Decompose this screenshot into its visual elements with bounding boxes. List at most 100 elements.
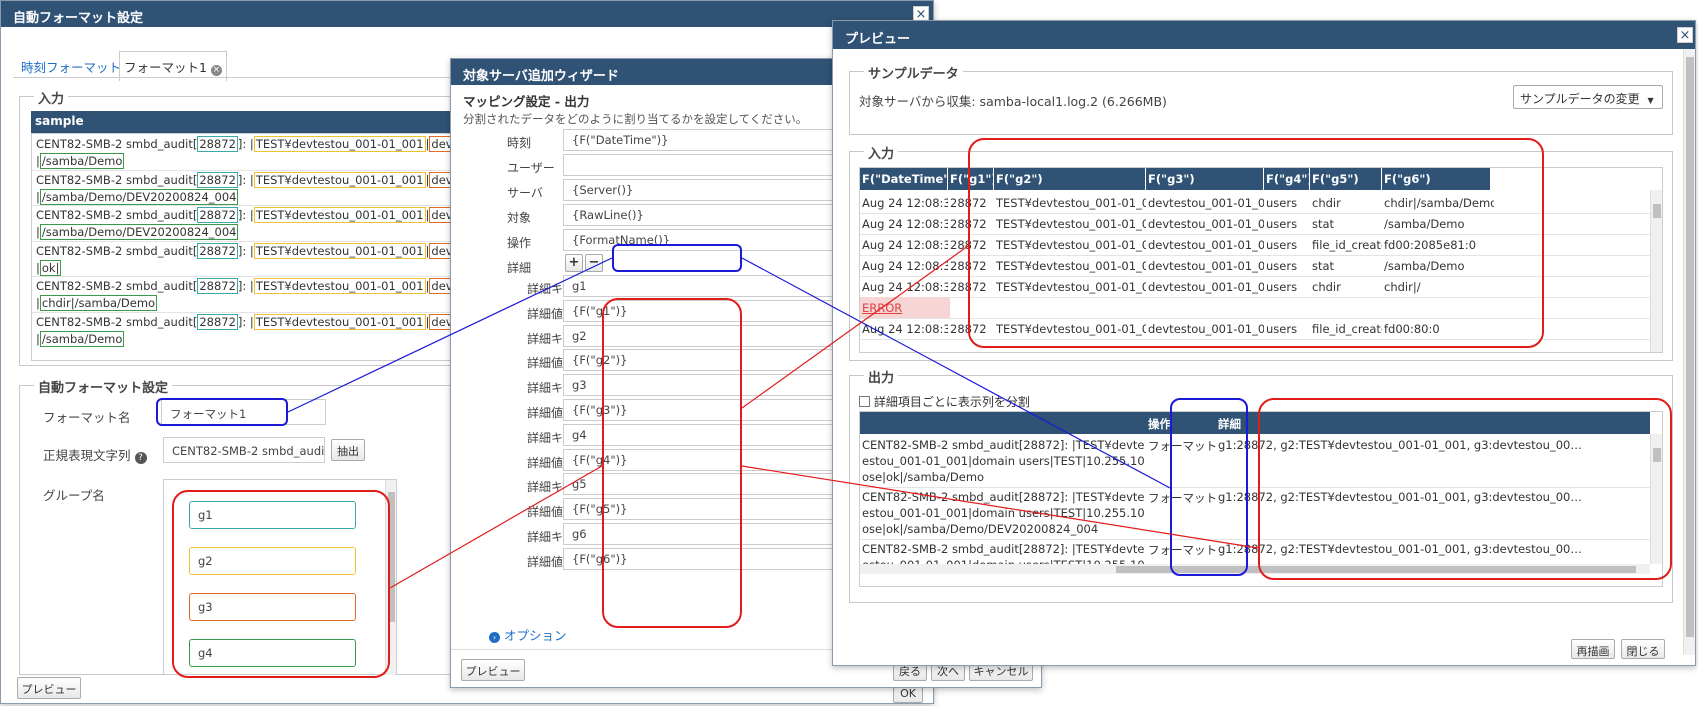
- sample-num: 28872: [197, 136, 238, 152]
- wizard-preview-button[interactable]: プレビュー: [461, 659, 525, 681]
- sample-mid: ]: |: [237, 137, 254, 151]
- sample-prefix: CENT82-SMB-2 smbd_audit[: [36, 279, 198, 293]
- chevron-right-icon: ›: [489, 632, 500, 643]
- auto-format-legend: 自動フォーマット設定: [34, 377, 173, 396]
- close-button[interactable]: 閉じる: [1621, 639, 1665, 659]
- annotation-red-input-cols: [968, 138, 1544, 348]
- preview-button[interactable]: プレビュー: [17, 677, 81, 699]
- tab-format1-label: フォーマット1: [124, 60, 207, 75]
- sample-mid: ]: |: [237, 243, 254, 258]
- field-label: 操作: [507, 236, 532, 250]
- output-raw-line1: CENT82-SMB-2 smbd_audit[28872]: |TEST¥de…: [862, 542, 1144, 556]
- input-cell: Aug 24 12:08:38: [862, 259, 948, 273]
- remove-detail-button[interactable]: −: [585, 254, 603, 272]
- detail-row-label: 詳細値: [527, 306, 564, 321]
- sample-test: TEST¥devtestou_001-01_001: [253, 171, 426, 188]
- input-cell: Aug 24 12:08:38: [862, 322, 948, 336]
- preview-output-legend: 出力: [864, 367, 899, 386]
- extract-button[interactable]: 抽出: [331, 439, 365, 461]
- detail-row-label: 詳細値: [527, 554, 564, 569]
- preview-scrollbar[interactable]: [1683, 49, 1695, 655]
- input-cell: Aug 24 12:08:38: [862, 196, 948, 210]
- sample-mid: ]: |: [237, 172, 254, 187]
- tab-time-format[interactable]: 時刻フォーマット: [21, 57, 121, 76]
- sample-line2: /samba/Demo: [39, 153, 125, 169]
- regex-label: 正規表現文字列 ?: [43, 445, 147, 464]
- sample-prefix: CENT82-SMB-2 smbd_audit[: [36, 208, 198, 222]
- group-label: グループ名: [43, 488, 105, 503]
- add-detail-button[interactable]: +: [565, 254, 583, 272]
- sample-num: 28872: [197, 207, 238, 223]
- tab-close-icon[interactable]: ×: [210, 65, 222, 76]
- output-raw-line3: ose|ok|/samba/Demo/DEV20200824_004: [862, 522, 1099, 536]
- input-cell: Aug 24 12:08:38: [862, 238, 948, 252]
- sample-num: 28872: [197, 242, 238, 259]
- sample-num: 28872: [197, 278, 238, 294]
- input-table-scrollbar[interactable]: [1650, 190, 1662, 352]
- output-raw-line1: CENT82-SMB-2 smbd_audit[28872]: |TEST¥de…: [862, 438, 1144, 452]
- regex-label-text: 正規表現文字列: [43, 448, 131, 463]
- annotation-blue-format-name: [156, 398, 288, 426]
- sample-test: TEST¥devtestou_001-01_001: [253, 136, 426, 152]
- field-label: 時刻: [507, 136, 532, 150]
- split-checkbox[interactable]: 詳細項目ごとに表示列を分割: [859, 393, 1030, 410]
- collect-text: 対象サーバから収集: samba-local1.log.2 (6.266MB): [859, 94, 1167, 109]
- output-raw-line2: estou_001-01_001|domain users|TEST|10.25…: [862, 454, 1144, 468]
- format-name-label: フォーマット名: [43, 410, 131, 425]
- sample-num: 28872: [197, 171, 238, 188]
- sample-prefix: CENT82-SMB-2 smbd_audit[: [36, 172, 198, 187]
- option-link-label: オプション: [503, 628, 567, 643]
- annotation-red-output-detail: [1258, 398, 1672, 580]
- input-cell: Aug 24 12:08:38: [862, 280, 948, 294]
- split-checkbox-label: 詳細項目ごとに表示列を分割: [873, 395, 1030, 409]
- output-raw-line2: estou_001-01_001|domain users|TEST|10.25…: [862, 506, 1144, 520]
- sample-line2: /samba/Demo: [39, 330, 125, 347]
- sample-num: 28872: [197, 313, 238, 330]
- preview-title: プレビュー: [833, 21, 1695, 49]
- regex-input[interactable]: CENT82-SMB-2 smbd_audit: [163, 437, 325, 463]
- change-sample-button[interactable]: サンプルデータの変更 ▼: [1513, 85, 1663, 109]
- caret-down-icon: ▼: [1647, 96, 1654, 105]
- sample-data-legend: サンプルデータ: [864, 63, 963, 82]
- annotation-blue-operation: [612, 244, 742, 272]
- scroll-thumb[interactable]: [1653, 204, 1661, 218]
- checkbox-box[interactable]: [859, 396, 870, 407]
- sample-mid: ]: |: [237, 279, 254, 293]
- redraw-button[interactable]: 再描画: [1571, 639, 1615, 659]
- sample-line2: /samba/Demo/DEV20200824_004: [39, 188, 239, 205]
- sample-test: TEST¥devtestou_001-01_001: [253, 242, 426, 259]
- preview-close-icon[interactable]: ×: [1677, 27, 1693, 43]
- sample-prefix: CENT82-SMB-2 smbd_audit[: [36, 314, 198, 329]
- sample-line2: ok|: [39, 259, 62, 276]
- detail-row-label: 詳細値: [527, 455, 564, 470]
- sample-prefix: CENT82-SMB-2 smbd_audit[: [36, 243, 198, 258]
- wizard-option-link[interactable]: › オプション: [489, 625, 567, 644]
- sample-test: TEST¥devtestou_001-01_001: [253, 207, 426, 223]
- sample-mid: ]: |: [237, 208, 254, 222]
- sample-line2: chdir|/samba/Demo: [39, 295, 158, 311]
- annotation-red-groups: [172, 490, 390, 678]
- sample-mid: ]: |: [237, 314, 254, 329]
- field-label: サーバ: [507, 186, 543, 200]
- detail-row-label: 詳細値: [527, 356, 564, 371]
- detail-row-label: 詳細値: [527, 505, 564, 520]
- field-label: ユーザー: [507, 161, 555, 175]
- sample-line2: /samba/Demo/DEV20200824_004: [39, 224, 239, 240]
- detail-label: 詳細: [507, 261, 532, 275]
- preview-input-legend: 入力: [864, 143, 899, 162]
- input-legend: 入力: [34, 88, 69, 107]
- detail-row-label: 詳細値: [527, 406, 564, 420]
- field-label: 対象: [507, 211, 532, 225]
- sample-test: TEST¥devtestou_001-01_001: [253, 278, 426, 294]
- header-divider: [947, 168, 948, 190]
- auto-format-title: 自動フォーマット設定: [1, 1, 933, 27]
- annotation-red-details: [602, 298, 742, 628]
- input-cell: Aug 24 12:08:38: [862, 217, 948, 231]
- input-header-cell: F("DateTime"): [862, 172, 948, 186]
- input-cell: ERROR: [862, 301, 903, 315]
- output-raw-line3: ose|ok|/samba/Demo: [862, 470, 985, 484]
- help-icon[interactable]: ?: [134, 452, 147, 464]
- annotation-blue-output-op: [1170, 398, 1248, 576]
- change-sample-label: サンプルデータの変更: [1520, 92, 1640, 106]
- sample-test: TEST¥devtestou_001-01_001: [253, 313, 426, 330]
